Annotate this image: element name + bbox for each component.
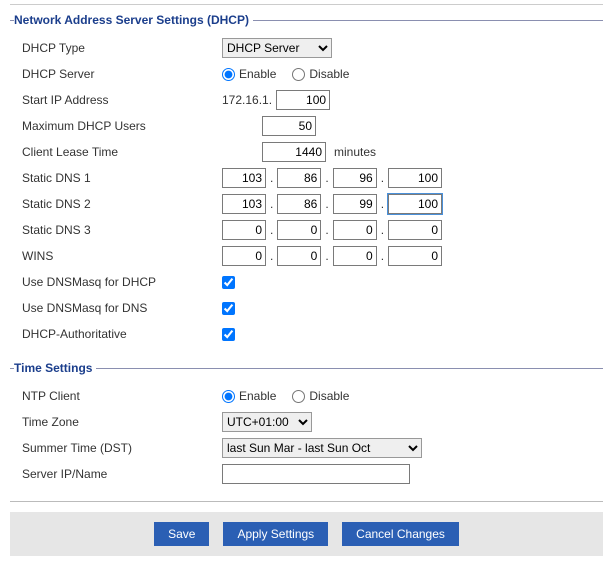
row-dns3: Static DNS 3 . . . xyxy=(18,217,599,243)
timezone-select[interactable]: UTC+01:00 xyxy=(222,412,312,432)
apply-settings-button[interactable]: Apply Settings xyxy=(223,522,328,546)
dns3-oct1[interactable] xyxy=(222,220,266,240)
ntp-disable-option[interactable]: Disable xyxy=(292,389,349,403)
dhcp-server-disable-radio[interactable] xyxy=(292,68,305,81)
dns1-oct4[interactable] xyxy=(388,168,442,188)
dns2-oct1[interactable] xyxy=(222,194,266,214)
button-bar: Save Apply Settings Cancel Changes xyxy=(10,512,603,556)
time-section-legend: Time Settings xyxy=(14,361,96,375)
row-dnsmasq-dhcp: Use DNSMasq for DHCP xyxy=(18,269,599,295)
ntp-enable-radio[interactable] xyxy=(222,390,235,403)
dhcp-authoritative-label: DHCP-Authoritative xyxy=(22,327,222,341)
dhcp-authoritative-checkbox[interactable] xyxy=(222,328,235,341)
row-max-users: Maximum DHCP Users xyxy=(18,113,599,139)
lease-time-input[interactable] xyxy=(262,142,326,162)
row-server-ip: Server IP/Name xyxy=(18,461,599,487)
dns3-label: Static DNS 3 xyxy=(22,223,222,237)
timezone-label: Time Zone xyxy=(22,415,222,429)
dns1-label: Static DNS 1 xyxy=(22,171,222,185)
dhcp-server-enable-option[interactable]: Enable xyxy=(222,67,276,81)
row-dnsmasq-dns: Use DNSMasq for DNS xyxy=(18,295,599,321)
dhcp-type-select[interactable]: DHCP Server xyxy=(222,38,332,58)
start-ip-last-octet[interactable] xyxy=(276,90,330,110)
server-ip-input[interactable] xyxy=(222,464,410,484)
dns3-oct3[interactable] xyxy=(333,220,377,240)
dns2-oct2[interactable] xyxy=(277,194,321,214)
dns2-label: Static DNS 2 xyxy=(22,197,222,211)
dhcp-server-label: DHCP Server xyxy=(22,67,222,81)
lease-time-unit: minutes xyxy=(334,145,376,159)
dns3-oct2[interactable] xyxy=(277,220,321,240)
max-users-input[interactable] xyxy=(262,116,316,136)
row-dns1: Static DNS 1 . . . xyxy=(18,165,599,191)
wins-oct2[interactable] xyxy=(277,246,321,266)
cancel-changes-button[interactable]: Cancel Changes xyxy=(342,522,459,546)
dhcp-server-enable-radio[interactable] xyxy=(222,68,235,81)
wins-label: WINS xyxy=(22,249,222,263)
bottom-divider xyxy=(10,501,603,502)
row-dns2: Static DNS 2 . . . xyxy=(18,191,599,217)
start-ip-prefix: 172.16.1. xyxy=(222,93,272,107)
dnsmasq-dns-checkbox[interactable] xyxy=(222,302,235,315)
row-start-ip: Start IP Address 172.16.1. xyxy=(18,87,599,113)
ntp-enable-option[interactable]: Enable xyxy=(222,389,276,403)
time-settings-section: Time Settings NTP Client Enable Disable … xyxy=(10,361,603,493)
ntp-disable-radio[interactable] xyxy=(292,390,305,403)
ntp-client-label: NTP Client xyxy=(22,389,222,403)
dnsmasq-dns-label: Use DNSMasq for DNS xyxy=(22,301,222,315)
dns1-oct1[interactable] xyxy=(222,168,266,188)
dst-label: Summer Time (DST) xyxy=(22,441,222,455)
row-dhcp-server: DHCP Server Enable Disable xyxy=(18,61,599,87)
save-button[interactable]: Save xyxy=(154,522,209,546)
row-wins: WINS . . . xyxy=(18,243,599,269)
dns2-oct4[interactable] xyxy=(388,194,442,214)
dhcp-server-disable-option[interactable]: Disable xyxy=(292,67,349,81)
top-divider xyxy=(10,4,603,5)
dst-select[interactable]: last Sun Mar - last Sun Oct xyxy=(222,438,422,458)
row-timezone: Time Zone UTC+01:00 xyxy=(18,409,599,435)
lease-time-label: Client Lease Time xyxy=(22,145,222,159)
dhcp-settings-section: Network Address Server Settings (DHCP) D… xyxy=(10,13,603,353)
wins-oct1[interactable] xyxy=(222,246,266,266)
dns3-oct4[interactable] xyxy=(388,220,442,240)
server-ip-label: Server IP/Name xyxy=(22,467,222,481)
dnsmasq-dhcp-label: Use DNSMasq for DHCP xyxy=(22,275,222,289)
max-users-label: Maximum DHCP Users xyxy=(22,119,222,133)
row-ntp-client: NTP Client Enable Disable xyxy=(18,383,599,409)
start-ip-label: Start IP Address xyxy=(22,93,222,107)
row-lease-time: Client Lease Time minutes xyxy=(18,139,599,165)
dnsmasq-dhcp-checkbox[interactable] xyxy=(222,276,235,289)
row-dhcp-authoritative: DHCP-Authoritative xyxy=(18,321,599,347)
dns2-oct3[interactable] xyxy=(333,194,377,214)
wins-oct3[interactable] xyxy=(333,246,377,266)
dns1-oct2[interactable] xyxy=(277,168,321,188)
dns1-oct3[interactable] xyxy=(333,168,377,188)
row-dst: Summer Time (DST) last Sun Mar - last Su… xyxy=(18,435,599,461)
dhcp-type-label: DHCP Type xyxy=(22,41,222,55)
dhcp-section-legend: Network Address Server Settings (DHCP) xyxy=(14,13,253,27)
row-dhcp-type: DHCP Type DHCP Server xyxy=(18,35,599,61)
wins-oct4[interactable] xyxy=(388,246,442,266)
